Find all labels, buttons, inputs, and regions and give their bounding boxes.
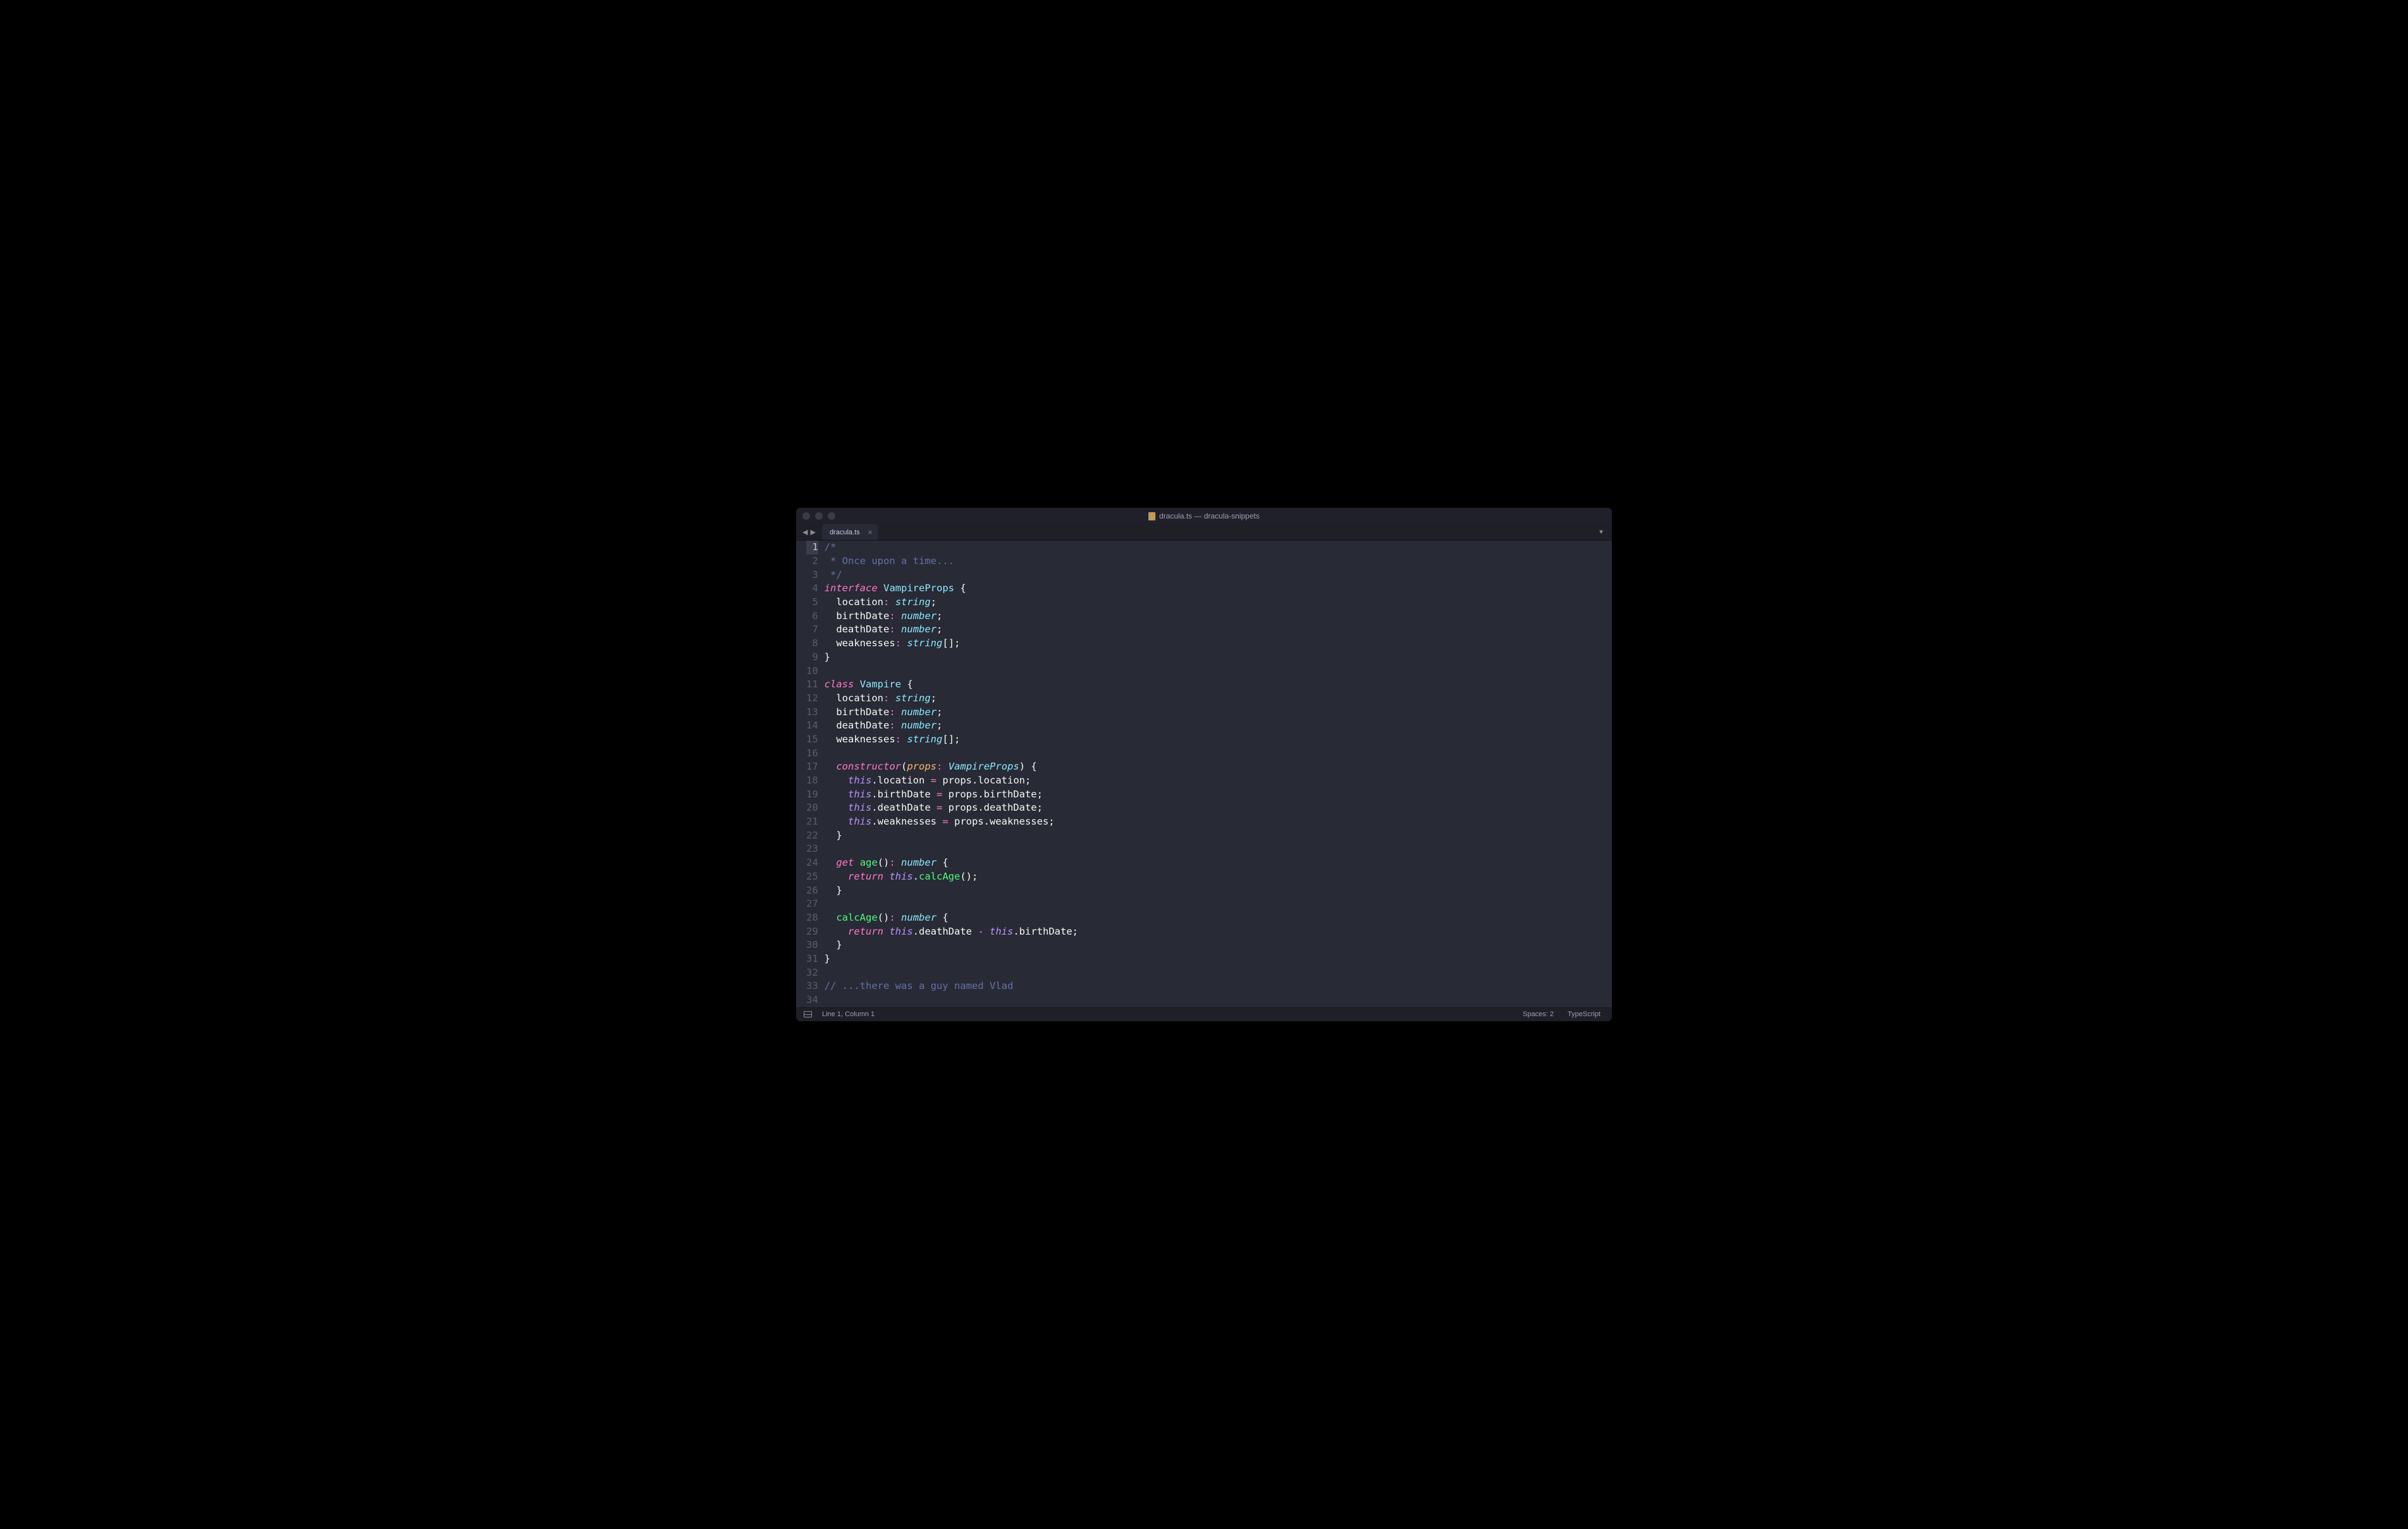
- code-line[interactable]: }: [825, 938, 1599, 952]
- line-number[interactable]: 15: [806, 733, 818, 747]
- line-number[interactable]: 10: [806, 665, 818, 679]
- code-line[interactable]: }: [825, 884, 1599, 898]
- code-line[interactable]: constructor(props: VampireProps) {: [825, 760, 1599, 774]
- line-number[interactable]: 7: [806, 623, 818, 637]
- panel-icon[interactable]: [804, 1011, 812, 1017]
- code-line[interactable]: weaknesses: string[];: [825, 733, 1599, 747]
- line-number[interactable]: 23: [806, 842, 818, 856]
- file-icon: [1148, 512, 1155, 520]
- code-line[interactable]: interface VampireProps {: [825, 582, 1599, 596]
- status-language[interactable]: TypeScript: [1564, 1010, 1604, 1018]
- code-content[interactable]: /* * Once upon a time... */interface Vam…: [825, 541, 1612, 1007]
- line-gutter[interactable]: 1234567891011121314151617181920212223242…: [796, 541, 825, 1007]
- code-line[interactable]: get age(): number {: [825, 856, 1599, 870]
- code-line[interactable]: calcAge(): number {: [825, 911, 1599, 925]
- code-line[interactable]: this.deathDate = props.deathDate;: [825, 801, 1599, 815]
- status-cursor-position[interactable]: Line 1, Column 1: [818, 1010, 878, 1018]
- line-number[interactable]: 29: [806, 925, 818, 939]
- line-number[interactable]: 9: [806, 651, 818, 665]
- line-number[interactable]: 27: [806, 897, 818, 911]
- status-indentation[interactable]: Spaces: 2: [1519, 1010, 1557, 1018]
- code-line[interactable]: }: [825, 829, 1599, 843]
- tab-label: dracula.ts: [830, 529, 860, 536]
- window-title-text: dracula.ts — dracula-snippets: [1159, 512, 1260, 520]
- code-line[interactable]: this.weaknesses = props.weaknesses;: [825, 815, 1599, 829]
- code-line[interactable]: birthDate: number;: [825, 610, 1599, 623]
- line-number[interactable]: 1: [806, 541, 818, 555]
- code-line[interactable]: }: [825, 952, 1599, 966]
- code-line[interactable]: // ...there was a guy named Vlad: [825, 979, 1599, 993]
- line-number[interactable]: 18: [806, 774, 818, 788]
- tab-close-icon[interactable]: ×: [868, 528, 873, 537]
- line-number[interactable]: 16: [806, 747, 818, 761]
- line-number[interactable]: 11: [806, 678, 818, 692]
- code-line[interactable]: * Once upon a time...: [825, 555, 1599, 568]
- code-line[interactable]: [825, 665, 1599, 679]
- close-window-button[interactable]: [802, 512, 810, 520]
- line-number[interactable]: 21: [806, 815, 818, 829]
- line-number[interactable]: 17: [806, 760, 818, 774]
- line-number[interactable]: 28: [806, 911, 818, 925]
- code-line[interactable]: weaknesses: string[];: [825, 637, 1599, 651]
- minimize-window-button[interactable]: [815, 512, 823, 520]
- line-number[interactable]: 22: [806, 829, 818, 843]
- line-number[interactable]: 12: [806, 692, 818, 706]
- tab-overflow-menu[interactable]: ▼: [1598, 529, 1604, 536]
- code-line[interactable]: this.birthDate = props.birthDate;: [825, 788, 1599, 802]
- line-number[interactable]: 2: [806, 555, 818, 568]
- line-number[interactable]: 8: [806, 637, 818, 651]
- line-number[interactable]: 3: [806, 568, 818, 582]
- line-number[interactable]: 20: [806, 801, 818, 815]
- code-line[interactable]: deathDate: number;: [825, 719, 1599, 733]
- nav-arrows: ◀ ▶: [796, 524, 822, 540]
- code-line[interactable]: birthDate: number;: [825, 706, 1599, 720]
- traffic-lights: [796, 512, 835, 520]
- line-number[interactable]: 13: [806, 706, 818, 720]
- code-line[interactable]: }: [825, 651, 1599, 665]
- nav-back-button[interactable]: ◀: [802, 528, 808, 536]
- line-number[interactable]: 4: [806, 582, 818, 596]
- code-line[interactable]: class Vampire {: [825, 678, 1599, 692]
- code-line[interactable]: this.location = props.location;: [825, 774, 1599, 788]
- line-number[interactable]: 24: [806, 856, 818, 870]
- line-number[interactable]: 19: [806, 788, 818, 802]
- tab-bar: ◀ ▶ dracula.ts × ▼: [796, 524, 1612, 541]
- code-line[interactable]: [825, 747, 1599, 761]
- line-number[interactable]: 33: [806, 979, 818, 993]
- code-line[interactable]: */: [825, 568, 1599, 582]
- line-number[interactable]: 25: [806, 870, 818, 884]
- titlebar: dracula.ts — dracula-snippets: [796, 508, 1612, 524]
- line-number[interactable]: 14: [806, 719, 818, 733]
- line-number[interactable]: 30: [806, 938, 818, 952]
- code-line[interactable]: return this.calcAge();: [825, 870, 1599, 884]
- window-title: dracula.ts — dracula-snippets: [1148, 512, 1260, 520]
- line-number[interactable]: 34: [806, 993, 818, 1007]
- line-number[interactable]: 26: [806, 884, 818, 898]
- line-number[interactable]: 31: [806, 952, 818, 966]
- code-line[interactable]: return this.deathDate - this.birthDate;: [825, 925, 1599, 939]
- status-bar: Line 1, Column 1 Spaces: 2 TypeScript: [796, 1007, 1612, 1021]
- code-line[interactable]: location: string;: [825, 596, 1599, 610]
- line-number[interactable]: 32: [806, 966, 818, 980]
- code-line[interactable]: [825, 993, 1599, 1007]
- code-line[interactable]: location: string;: [825, 692, 1599, 706]
- code-line[interactable]: [825, 842, 1599, 856]
- editor-area[interactable]: 1234567891011121314151617181920212223242…: [796, 541, 1612, 1007]
- code-line[interactable]: [825, 897, 1599, 911]
- line-number[interactable]: 6: [806, 610, 818, 623]
- maximize-window-button[interactable]: [828, 512, 835, 520]
- editor-window: dracula.ts — dracula-snippets ◀ ▶ dracul…: [796, 508, 1612, 1021]
- line-number[interactable]: 5: [806, 596, 818, 610]
- code-line[interactable]: [825, 966, 1599, 980]
- nav-forward-button[interactable]: ▶: [810, 528, 815, 536]
- code-line[interactable]: deathDate: number;: [825, 623, 1599, 637]
- code-line[interactable]: /*: [825, 541, 1599, 555]
- tab-dracula[interactable]: dracula.ts ×: [822, 524, 878, 540]
